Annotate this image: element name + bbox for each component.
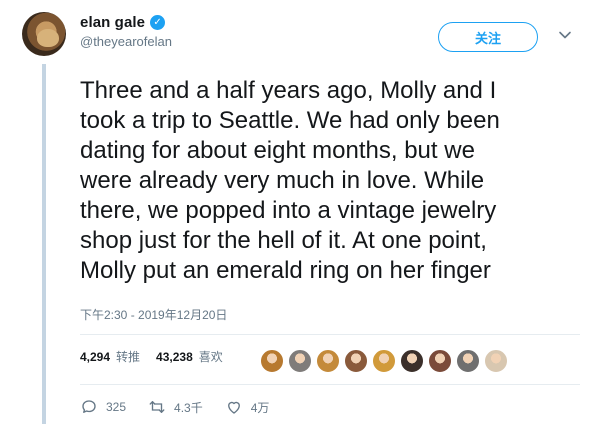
avatar-dog-shape (37, 29, 59, 47)
display-name[interactable]: elan gale (80, 14, 145, 31)
likes-count[interactable]: 43,238 (156, 350, 193, 364)
retweet-icon (149, 401, 165, 413)
liker-avatar[interactable] (316, 349, 340, 373)
user-handle[interactable]: @theyearofelan (80, 34, 172, 49)
retweets-count[interactable]: 4,294 (80, 350, 110, 364)
retweets-label[interactable]: 转推 (116, 348, 140, 365)
liker-avatar[interactable] (484, 349, 508, 373)
thread-line (42, 64, 46, 424)
liker-avatars (260, 349, 508, 373)
liker-avatar[interactable] (456, 349, 480, 373)
tweet-timestamp[interactable]: 下午2:30 - 2019年12月20日 (80, 306, 227, 323)
retweet-button[interactable]: 4.3千 (148, 398, 203, 416)
reply-count: 325 (106, 400, 127, 414)
divider (80, 334, 580, 335)
user-info: elan gale ✓ @theyearofelan (80, 14, 172, 49)
retweet-count: 4.3千 (174, 400, 203, 415)
follow-button[interactable]: 关注 (438, 22, 538, 52)
like-count: 4万 (250, 400, 270, 415)
tweet-text: Three and a half years ago, Molly and I … (80, 77, 500, 284)
liker-avatar[interactable] (288, 349, 312, 373)
chevron-down-icon[interactable] (558, 28, 572, 42)
liker-avatar[interactable] (344, 349, 368, 373)
avatar[interactable] (22, 12, 66, 56)
like-button[interactable]: 4万 (225, 398, 270, 416)
verified-badge-icon: ✓ (150, 15, 166, 30)
heart-icon (227, 401, 240, 414)
liker-avatar[interactable] (428, 349, 452, 373)
liker-avatar[interactable] (400, 349, 424, 373)
likes-label[interactable]: 喜欢 (199, 348, 223, 365)
divider (80, 384, 580, 385)
engagement-stats: 4,294 转推 43,238 喜欢 (80, 348, 233, 365)
reply-button[interactable]: 325 (80, 398, 126, 416)
liker-avatar[interactable] (372, 349, 396, 373)
reply-icon (82, 400, 96, 413)
tweet-actions: 325 4.3千 4万 (80, 398, 291, 416)
liker-avatar[interactable] (260, 349, 284, 373)
